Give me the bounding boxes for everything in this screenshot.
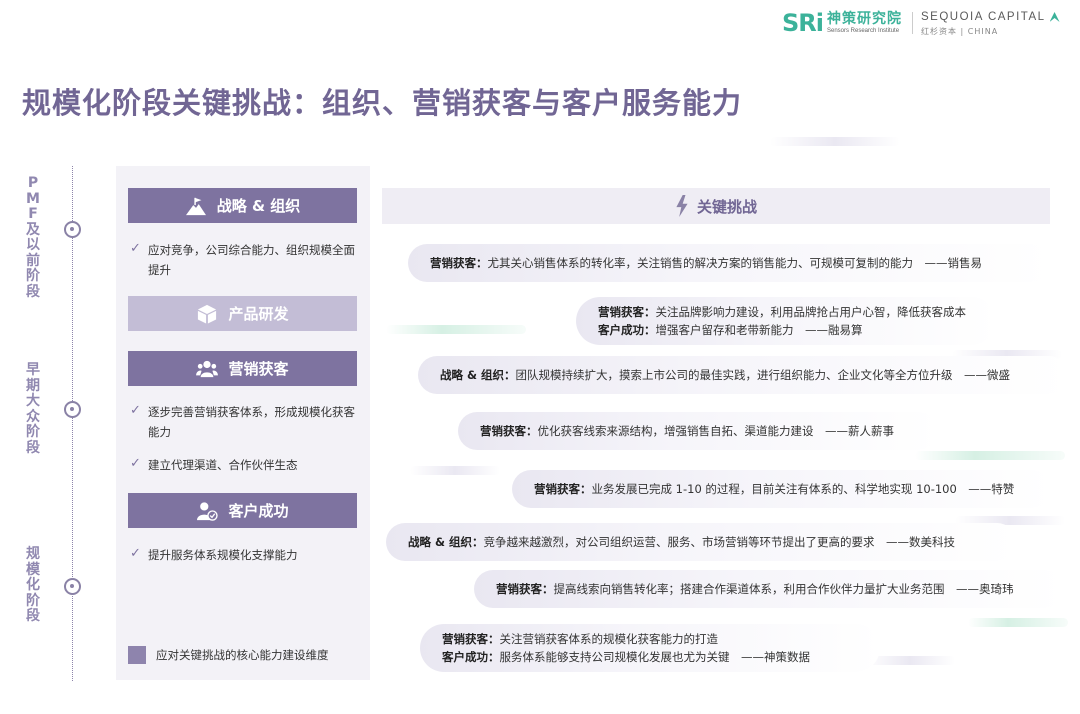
challenges-header: 关键挑战 <box>382 188 1050 224</box>
challenge-item: 营销获客：优化获客线索来源结构，增强销售自拓、渠道能力建设 ——薪人薪事 <box>458 412 938 450</box>
legend-swatch <box>128 646 146 664</box>
lightning-icon <box>676 195 688 217</box>
decorative-streak <box>968 618 1068 627</box>
sequoia-name-cn: 红杉资本 | CHINA <box>921 27 999 36</box>
challenge-item: 营销获客：提高线索向销售转化率；搭建合作渠道体系，利用合作伙伴力量扩大业务范围 … <box>474 570 1064 608</box>
challenge-text: 业务发展已完成 1-10 的过程，目前关注有体系的、科学地实现 10-100 —… <box>591 482 1015 496</box>
stage-marker-early-mass <box>64 401 81 418</box>
flag-mountain-icon <box>185 197 206 215</box>
challenge-item: 战略 & 组织：竞争越来越激烈，对公司组织运营、服务、市场营销等环节提出了更高的… <box>386 523 1016 561</box>
cube-icon <box>198 304 217 324</box>
challenge-text: 关注营销获客体系的规模化获客能力的打造 <box>499 632 719 646</box>
stage-marker-pmf <box>64 221 81 238</box>
stage-label-scale: 规模化阶段 <box>26 546 40 624</box>
check-icon: ✓ <box>130 403 141 418</box>
sri-logo: SRi 神策研究院 Sensors Research Institute <box>782 10 902 36</box>
check-icon: ✓ <box>130 241 141 256</box>
category-header-marketing: 营销获客 <box>128 351 357 386</box>
capability-panel: 战略 & 组织 ✓ 应对竞争，公司综合能力、组织规模全面提升 产品研发 营销获客… <box>116 166 370 680</box>
challenge-tag: 营销获客： <box>598 305 656 319</box>
challenge-text: 关注品牌影响力建设，利用品牌抢占用户心智，降低获客成本 <box>655 305 967 319</box>
capability-text: 提升服务体系规模化支撑能力 <box>148 548 298 562</box>
challenge-text: 服务体系能够支持公司规模化发展也尤为关键 ——神策数据 <box>499 650 811 664</box>
stage-label-pmf: PMF及以前阶段 <box>26 175 40 300</box>
logo-divider <box>912 12 913 34</box>
challenge-tag: 客户成功： <box>598 323 656 337</box>
sequoia-logo: SEQUOIA CAPITAL 红杉资本 | CHINA <box>921 10 1060 38</box>
users-icon <box>196 360 219 377</box>
capability-item: ✓ 提升服务体系规模化支撑能力 <box>130 545 358 565</box>
challenge-tag: 营销获客： <box>534 482 592 496</box>
category-header-product: 产品研发 <box>128 296 357 331</box>
timeline-line <box>72 166 73 681</box>
challenge-text: 增强客户留存和老带新能力 ——融易算 <box>655 323 863 337</box>
capability-item: ✓ 逐步完善营销获客体系，形成规模化获客能力 <box>130 402 358 442</box>
capability-text: 应对竞争，公司综合能力、组织规模全面提升 <box>148 243 355 277</box>
challenge-item: 营销获客：关注品牌影响力建设，利用品牌抢占用户心智，降低获客成本 客户成功：增强… <box>576 297 996 345</box>
challenge-tag: 营销获客： <box>496 582 554 596</box>
check-icon: ✓ <box>130 546 141 561</box>
decorative-streak <box>915 451 1065 460</box>
category-title: 营销获客 <box>228 360 289 378</box>
category-header-strategy: 战略 & 组织 <box>128 188 357 223</box>
sri-logo-mark: SRi <box>782 9 824 37</box>
challenge-text: 尤其关心销售体系的转化率，关注销售的解决方案的销售能力、可规模可复制的能力 ——… <box>487 256 983 270</box>
user-check-icon <box>197 501 219 521</box>
capability-item: ✓ 建立代理渠道、合作伙伴生态 <box>130 455 358 475</box>
decorative-streak <box>386 325 526 334</box>
sequoia-name-en: SEQUOIA CAPITAL <box>921 11 1046 23</box>
challenge-tag: 战略 & 组织： <box>440 368 516 382</box>
capability-item: ✓ 应对竞争，公司综合能力、组织规模全面提升 <box>130 240 358 280</box>
challenge-item: 营销获客：业务发展已完成 1-10 的过程，目前关注有体系的、科学地实现 10-… <box>512 470 1052 508</box>
decorative-streak <box>410 466 500 475</box>
capability-text: 建立代理渠道、合作伙伴生态 <box>148 458 298 472</box>
challenge-item: 营销获客：尤其关心销售体系的转化率，关注销售的解决方案的销售能力、可规模可复制的… <box>408 244 1050 282</box>
category-title: 产品研发 <box>228 305 289 323</box>
legend-text: 应对关键挑战的核心能力建设维度 <box>156 648 329 662</box>
stage-label-early-mass: 早期大众阶段 <box>26 362 40 456</box>
stage-marker-scale <box>64 578 81 595</box>
challenge-text: 团队规模持续扩大，摸索上市公司的最佳实践，进行组织能力、企业文化等全方位升级 —… <box>515 368 1011 382</box>
category-title: 客户成功 <box>228 502 289 520</box>
challenge-text: 竞争越来越激烈，对公司组织运营、服务、市场营销等环节提出了更高的要求 ——数美科… <box>483 535 956 549</box>
challenge-item: 战略 & 组织：团队规模持续扩大，摸索上市公司的最佳实践，进行组织能力、企业文化… <box>418 356 1068 394</box>
challenge-text: 提高线索向销售转化率；搭建合作渠道体系，利用合作伙伴力量扩大业务范围 ——奥琦玮 <box>553 582 1014 596</box>
category-title: 战略 & 组织 <box>216 197 301 215</box>
category-header-customer-success: 客户成功 <box>128 493 357 528</box>
challenge-tag: 营销获客： <box>430 256 488 270</box>
page-title: 规模化阶段关键挑战：组织、营销获客与客户服务能力 <box>22 86 743 120</box>
decorative-streak <box>770 137 900 146</box>
challenge-tag: 客户成功： <box>442 650 500 664</box>
challenge-tag: 营销获客： <box>442 632 500 646</box>
challenge-text: 优化获客线索来源结构，增强销售自拓、渠道能力建设 ——薪人薪事 <box>537 424 895 438</box>
sequoia-leaf-icon <box>1049 12 1060 22</box>
challenges-header-label: 关键挑战 <box>696 197 757 216</box>
challenge-tag: 战略 & 组织： <box>408 535 484 549</box>
challenge-item: 营销获客：关注营销获客体系的规模化获客能力的打造 客户成功：服务体系能够支持公司… <box>420 624 880 672</box>
sri-name-en: Sensors Research Institute <box>827 28 900 34</box>
capability-text: 逐步完善营销获客体系，形成规模化获客能力 <box>148 405 355 439</box>
check-icon: ✓ <box>130 456 141 471</box>
sri-name-cn: 神策研究院 <box>827 11 902 27</box>
legend: 应对关键挑战的核心能力建设维度 <box>128 646 329 664</box>
challenge-tag: 营销获客： <box>480 424 538 438</box>
